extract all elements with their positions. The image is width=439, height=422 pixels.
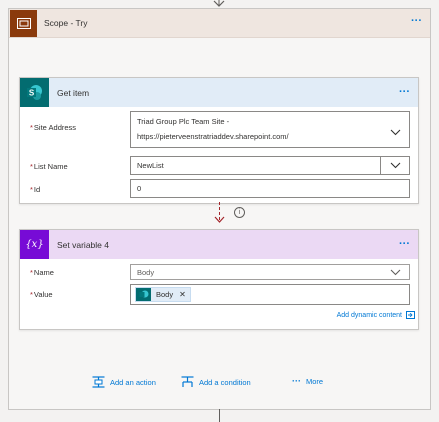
svg-text:S: S [29,89,35,98]
required-mark: * [30,268,33,277]
scope-title: Scope - Try [44,18,88,28]
dynamic-content-icon [406,311,415,319]
scope-menu-button[interactable]: ··· [411,16,422,27]
add-action-button[interactable]: Add an action [92,376,156,388]
site-address-dropdown[interactable]: Triad Group Plc Team Site - https://piet… [130,111,410,148]
sharepoint-icon: S [20,78,49,107]
list-name-dropdown-toggle[interactable] [380,157,409,174]
add-condition-button[interactable]: Add a condition [181,376,251,388]
list-name-value: NewList [137,161,164,170]
variable-icon: {x} [20,230,49,259]
token-label: Body [156,290,174,299]
add-condition-icon [181,376,194,387]
variable-name-label-text: Name [33,268,54,277]
id-label: *Id [30,185,40,194]
list-name-dropdown[interactable]: NewList [130,156,410,175]
add-condition-label: Add a condition [199,377,251,387]
add-dynamic-content-label: Add dynamic content [336,311,402,319]
site-address-line2: https://pieterveenstratriaddev.sharepoin… [137,132,289,141]
get-item-card: S Get item ··· *Site Address Triad Group… [19,77,419,204]
required-mark: * [30,162,33,171]
get-item-menu-button[interactable]: ··· [399,87,410,98]
set-variable-menu-button[interactable]: ··· [399,239,410,250]
scope-container: Scope - Try ··· S Get item ··· *Site Add… [8,8,431,410]
id-label-text: Id [33,185,41,194]
variable-name-value: Body [137,268,155,277]
sharepoint-token-icon [136,288,151,301]
list-name-label: *List Name [30,162,68,171]
set-variable-card: {x} Set variable 4 ··· *Name Body *Value… [19,229,419,330]
more-dots-icon: ··· [292,376,301,386]
site-address-label-text: Site Address [33,123,77,132]
scope-icon [10,10,37,37]
variable-name-dropdown[interactable]: Body [130,264,410,280]
variable-value-label-text: Value [33,290,53,299]
id-value: 0 [137,184,142,193]
set-variable-title: Set variable 4 [57,240,109,250]
variable-name-label: *Name [30,268,54,277]
connector-arrow-icon [214,216,225,223]
dynamic-token-chip[interactable]: Body ✕ [135,287,191,302]
variable-icon-glyph: {x} [25,239,44,250]
required-mark: * [30,185,33,194]
chevron-down-icon [390,162,401,169]
site-address-line1: Triad Group Plc Team Site - [137,117,230,126]
info-icon[interactable]: i [234,207,245,218]
add-dynamic-content-link[interactable]: Add dynamic content [337,311,415,319]
id-input[interactable]: 0 [130,179,410,198]
site-address-label: *Site Address [30,123,76,132]
chevron-down-icon[interactable] [390,269,401,276]
chevron-down-icon[interactable] [390,129,401,136]
outgoing-connector-line [219,409,220,422]
required-mark: * [30,123,33,132]
variable-value-input[interactable]: Body ✕ [130,284,410,305]
list-name-label-text: List Name [33,162,68,171]
more-label: More [306,376,324,386]
remove-token-icon[interactable]: ✕ [179,290,186,299]
add-action-label: Add an action [110,377,156,387]
add-action-icon [92,376,105,388]
variable-value-label: *Value [30,290,53,299]
scope-header[interactable]: Scope - Try ··· [9,9,430,38]
set-variable-header[interactable]: {x} Set variable 4 ··· [20,230,418,259]
get-item-title: Get item [57,88,90,98]
more-button[interactable]: ··· More [292,376,323,386]
required-mark: * [30,290,33,299]
get-item-header[interactable]: S Get item ··· [20,78,418,107]
